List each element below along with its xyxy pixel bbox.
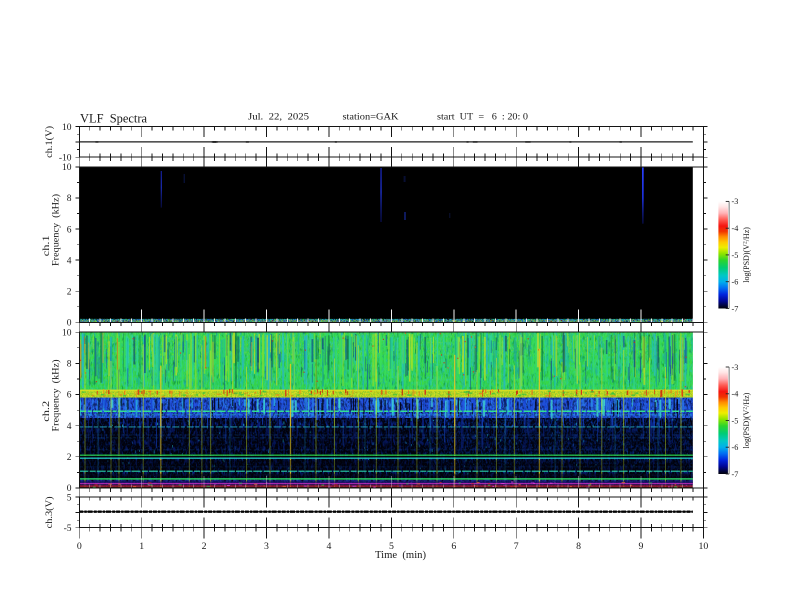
svg-text:Time (min): Time (min)	[375, 550, 426, 561]
svg-text:5: 5	[67, 493, 72, 503]
svg-text:log(PSD)(V2/Hz): log(PSD)(V2/Hz)	[742, 392, 751, 448]
svg-text:-3: -3	[732, 363, 739, 372]
svg-text:station=GAK: station=GAK	[343, 111, 399, 121]
svg-text:-6: -6	[732, 443, 739, 452]
svg-text:0: 0	[77, 541, 82, 552]
svg-text:-5: -5	[64, 524, 72, 534]
svg-text:3: 3	[264, 541, 269, 552]
svg-text:0: 0	[67, 319, 72, 329]
svg-text:-7: -7	[732, 470, 739, 479]
svg-text:4: 4	[67, 256, 72, 266]
svg-text:4: 4	[67, 422, 72, 432]
svg-text:4: 4	[326, 541, 331, 552]
svg-text:2: 2	[67, 287, 72, 297]
svg-text:-3: -3	[732, 197, 739, 206]
svg-text:10: 10	[62, 123, 72, 133]
svg-text:-6: -6	[732, 278, 739, 287]
svg-text:2: 2	[67, 453, 72, 463]
svg-text:-10: -10	[59, 153, 72, 163]
svg-text:1: 1	[139, 541, 144, 552]
svg-text:ch.3(V): ch.3(V)	[44, 496, 55, 528]
svg-text:10: 10	[62, 328, 72, 338]
svg-text:start UT = 6 : 20: 0: start UT = 6 : 20: 0	[437, 111, 528, 121]
svg-text:6: 6	[67, 225, 72, 235]
svg-text:-7: -7	[732, 304, 739, 313]
svg-text:10: 10	[62, 163, 72, 173]
svg-text:-4: -4	[732, 224, 739, 233]
svg-text:ch.1(V): ch.1(V)	[44, 126, 55, 158]
svg-text:-5: -5	[732, 251, 739, 260]
svg-text:Frequency (kHz): Frequency (kHz)	[51, 194, 62, 266]
svg-text:-4: -4	[732, 390, 739, 399]
svg-text:9: 9	[639, 541, 644, 552]
svg-text:Jul. 22, 2025: Jul. 22, 2025	[248, 111, 309, 121]
svg-text:7: 7	[514, 541, 519, 552]
svg-text:VLF Spectra: VLF Spectra	[80, 112, 147, 126]
svg-text:6: 6	[67, 391, 72, 401]
svg-text:6: 6	[451, 541, 456, 552]
svg-text:10: 10	[699, 541, 709, 552]
svg-text:-5: -5	[732, 416, 739, 425]
svg-text:8: 8	[67, 194, 72, 204]
svg-text:ch.2: ch.2	[42, 400, 52, 421]
svg-text:2: 2	[202, 541, 207, 552]
svg-text:Frequency (kHz): Frequency (kHz)	[51, 360, 62, 432]
svg-text:8: 8	[67, 360, 72, 370]
svg-text:ch.1: ch.1	[42, 235, 52, 256]
svg-text:8: 8	[576, 541, 581, 552]
svg-text:log(PSD)(V2/Hz): log(PSD)(V2/Hz)	[742, 227, 751, 283]
